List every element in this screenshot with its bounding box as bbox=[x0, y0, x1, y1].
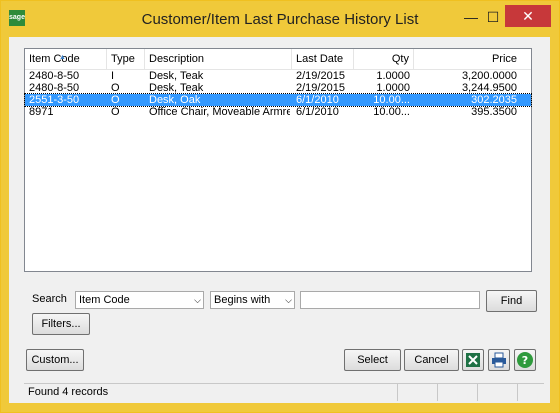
purchase-history-list[interactable]: Item Code ▲ Type Description Last Date Q… bbox=[24, 48, 532, 272]
cell-type: O bbox=[111, 82, 120, 94]
cell-date: 6/1/2010 bbox=[296, 106, 339, 118]
cell-type: I bbox=[111, 70, 115, 82]
table-row[interactable]: 8971 O Office Chair, Moveable Armrest 6/1/2… bbox=[25, 106, 531, 118]
filters-button[interactable]: Filters... bbox=[32, 313, 90, 335]
cell-qty: 10.00... bbox=[373, 106, 410, 118]
cell-qty: 10.00... bbox=[373, 94, 410, 106]
table-row[interactable]: 2480-8-50 O Desk, Teak 2/19/2015 1.0000 3,244… bbox=[25, 82, 531, 94]
maximize-button[interactable]: ☐ bbox=[478, 7, 508, 27]
search-field-value: Item Code bbox=[79, 294, 130, 306]
resize-grip[interactable] bbox=[517, 384, 545, 401]
cell-code: 2480-8-50 bbox=[29, 82, 80, 94]
svg-text:?: ? bbox=[522, 354, 528, 367]
sort-ascending-icon: ▲ bbox=[59, 54, 66, 61]
table-row[interactable]: 2480-8-50 I Desk, Teak 2/19/2015 1.0000 3,200… bbox=[25, 70, 531, 82]
cell-code: 2480-8-50 bbox=[29, 70, 80, 82]
column-header-qty[interactable]: Qty bbox=[354, 49, 414, 69]
cell-code: 8971 bbox=[29, 106, 54, 118]
search-operator-select[interactable]: Begins with ⌵ bbox=[210, 291, 295, 309]
search-field-select[interactable]: Item Code ⌵ bbox=[75, 291, 204, 309]
column-header-last-date[interactable]: Last Date bbox=[292, 49, 354, 69]
status-panel bbox=[397, 384, 438, 401]
cell-qty: 1.0000 bbox=[376, 82, 410, 94]
cell-description: Office Chair, Moveable Armrest bbox=[149, 106, 290, 118]
cell-price: 302.2035 bbox=[471, 94, 517, 106]
column-header-description[interactable]: Description bbox=[145, 49, 292, 69]
print-button[interactable] bbox=[488, 349, 510, 371]
help-button[interactable]: ? bbox=[514, 349, 536, 371]
search-input[interactable] bbox=[300, 291, 480, 309]
search-label: Search bbox=[32, 293, 67, 305]
excel-icon bbox=[466, 353, 480, 367]
status-panel bbox=[477, 384, 518, 401]
status-message: Found 4 records bbox=[28, 386, 109, 398]
cell-price: 3,200.0000 bbox=[461, 70, 517, 82]
cell-type: O bbox=[111, 106, 120, 118]
search-operator-value: Begins with bbox=[214, 294, 271, 306]
cell-qty: 1.0000 bbox=[376, 70, 410, 82]
column-label: Item Code bbox=[29, 53, 80, 65]
chevron-down-icon: ⌵ bbox=[285, 295, 292, 305]
help-icon: ? bbox=[517, 352, 533, 368]
cancel-button[interactable]: Cancel bbox=[404, 349, 459, 371]
cell-date: 2/19/2015 bbox=[296, 82, 345, 94]
cell-description: Desk, Oak bbox=[149, 94, 201, 106]
column-header-price[interactable]: Price bbox=[414, 49, 521, 69]
cell-description: Desk, Teak bbox=[149, 82, 204, 94]
select-button[interactable]: Select bbox=[344, 349, 401, 371]
table-row-selected[interactable]: 2551-3-50 O Desk, Oak 6/1/2010 10.00... 302.2… bbox=[24, 93, 532, 107]
close-button[interactable]: ✕ bbox=[505, 5, 551, 27]
printer-icon bbox=[492, 352, 506, 368]
status-panel bbox=[437, 384, 478, 401]
cell-date: 2/19/2015 bbox=[296, 70, 345, 82]
export-to-excel-button[interactable] bbox=[462, 349, 484, 371]
status-bar: Found 4 records bbox=[24, 383, 544, 402]
column-header-type[interactable]: Type bbox=[107, 49, 145, 69]
cell-code: 2551-3-50 bbox=[29, 94, 80, 106]
find-button[interactable]: Find bbox=[486, 290, 537, 312]
column-header-item-code[interactable]: Item Code ▲ bbox=[25, 49, 107, 69]
custom-button[interactable]: Custom... bbox=[26, 349, 84, 371]
list-header: Item Code ▲ Type Description Last Date Q… bbox=[25, 49, 531, 70]
title-bar[interactable]: sage Customer/Item Last Purchase History… bbox=[1, 1, 559, 37]
cell-price: 395.3500 bbox=[471, 106, 517, 118]
cell-description: Desk, Teak bbox=[149, 70, 204, 82]
cell-date: 6/1/2010 bbox=[296, 94, 339, 106]
cell-price: 3,244.9500 bbox=[461, 82, 517, 94]
chevron-down-icon: ⌵ bbox=[194, 295, 201, 305]
cell-type: O bbox=[111, 94, 120, 106]
